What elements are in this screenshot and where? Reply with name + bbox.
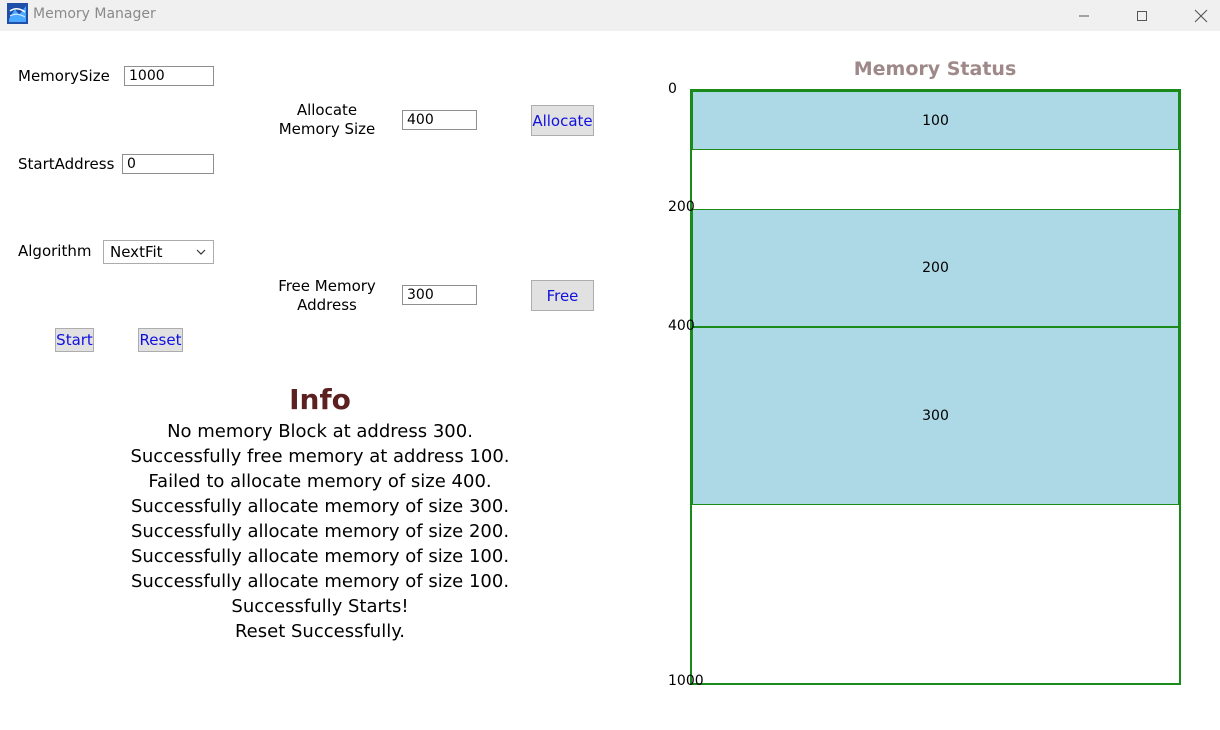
log-line: Successfully allocate memory of size 100… (130, 571, 510, 592)
log-line: Successfully allocate memory of size 100… (130, 546, 510, 567)
close-icon (1194, 9, 1208, 22)
reset-button[interactable]: Reset (138, 328, 183, 352)
maximize-icon (1137, 10, 1147, 21)
address-label: 1000 (668, 673, 704, 689)
app-icon (7, 3, 28, 24)
start-button[interactable]: Start (55, 328, 94, 352)
info-log: No memory Block at address 300. Successf… (100, 419, 540, 644)
maximize-button[interactable] (1119, 0, 1165, 31)
log-line: Successfully allocate memory of size 200… (130, 521, 510, 542)
memory-block-label: 100 (922, 112, 949, 129)
info-title: Info (289, 383, 351, 416)
allocate-size-label: Allocate Memory Size (278, 101, 376, 138)
start-address-input[interactable] (122, 154, 214, 174)
free-address-input[interactable] (402, 285, 477, 305)
algorithm-select-value: NextFit (110, 243, 163, 261)
close-button[interactable] (1178, 0, 1220, 31)
window-title: Memory Manager (33, 6, 156, 22)
address-label: 400 (668, 318, 695, 334)
free-button[interactable]: Free (531, 280, 594, 311)
free-address-label: Free Memory Address (278, 277, 376, 314)
address-label: 0 (668, 81, 677, 97)
log-line: Failed to allocate memory of size 400. (148, 471, 492, 492)
memory-block: 100 (692, 91, 1179, 150)
title-bar: Memory Manager (0, 0, 1220, 31)
log-line: Successfully Starts! (231, 596, 409, 617)
allocate-button[interactable]: Allocate (531, 105, 594, 136)
memory-status-title: Memory Status (853, 58, 1017, 80)
address-label: 200 (668, 199, 695, 215)
algorithm-select[interactable]: NextFit (103, 240, 214, 264)
memory-block-label: 300 (922, 408, 949, 424)
memory-size-input[interactable] (124, 66, 214, 86)
memory-block-label: 200 (922, 260, 949, 276)
log-line: No memory Block at address 300. (167, 421, 473, 442)
minimize-button[interactable] (1061, 0, 1107, 31)
memory-block: 200 (692, 209, 1179, 327)
memory-size-label: MemorySize (18, 67, 110, 85)
start-address-label: StartAddress (18, 155, 115, 173)
chevron-down-icon (196, 249, 206, 255)
log-line: Reset Successfully. (234, 621, 405, 642)
allocate-size-input[interactable] (402, 110, 477, 130)
memory-block: 300 (692, 327, 1179, 505)
algorithm-label: Algorithm (18, 242, 92, 260)
minimize-icon (1079, 15, 1089, 16)
log-line: Successfully allocate memory of size 300… (130, 496, 510, 517)
log-line: Successfully free memory at address 100. (130, 446, 510, 467)
